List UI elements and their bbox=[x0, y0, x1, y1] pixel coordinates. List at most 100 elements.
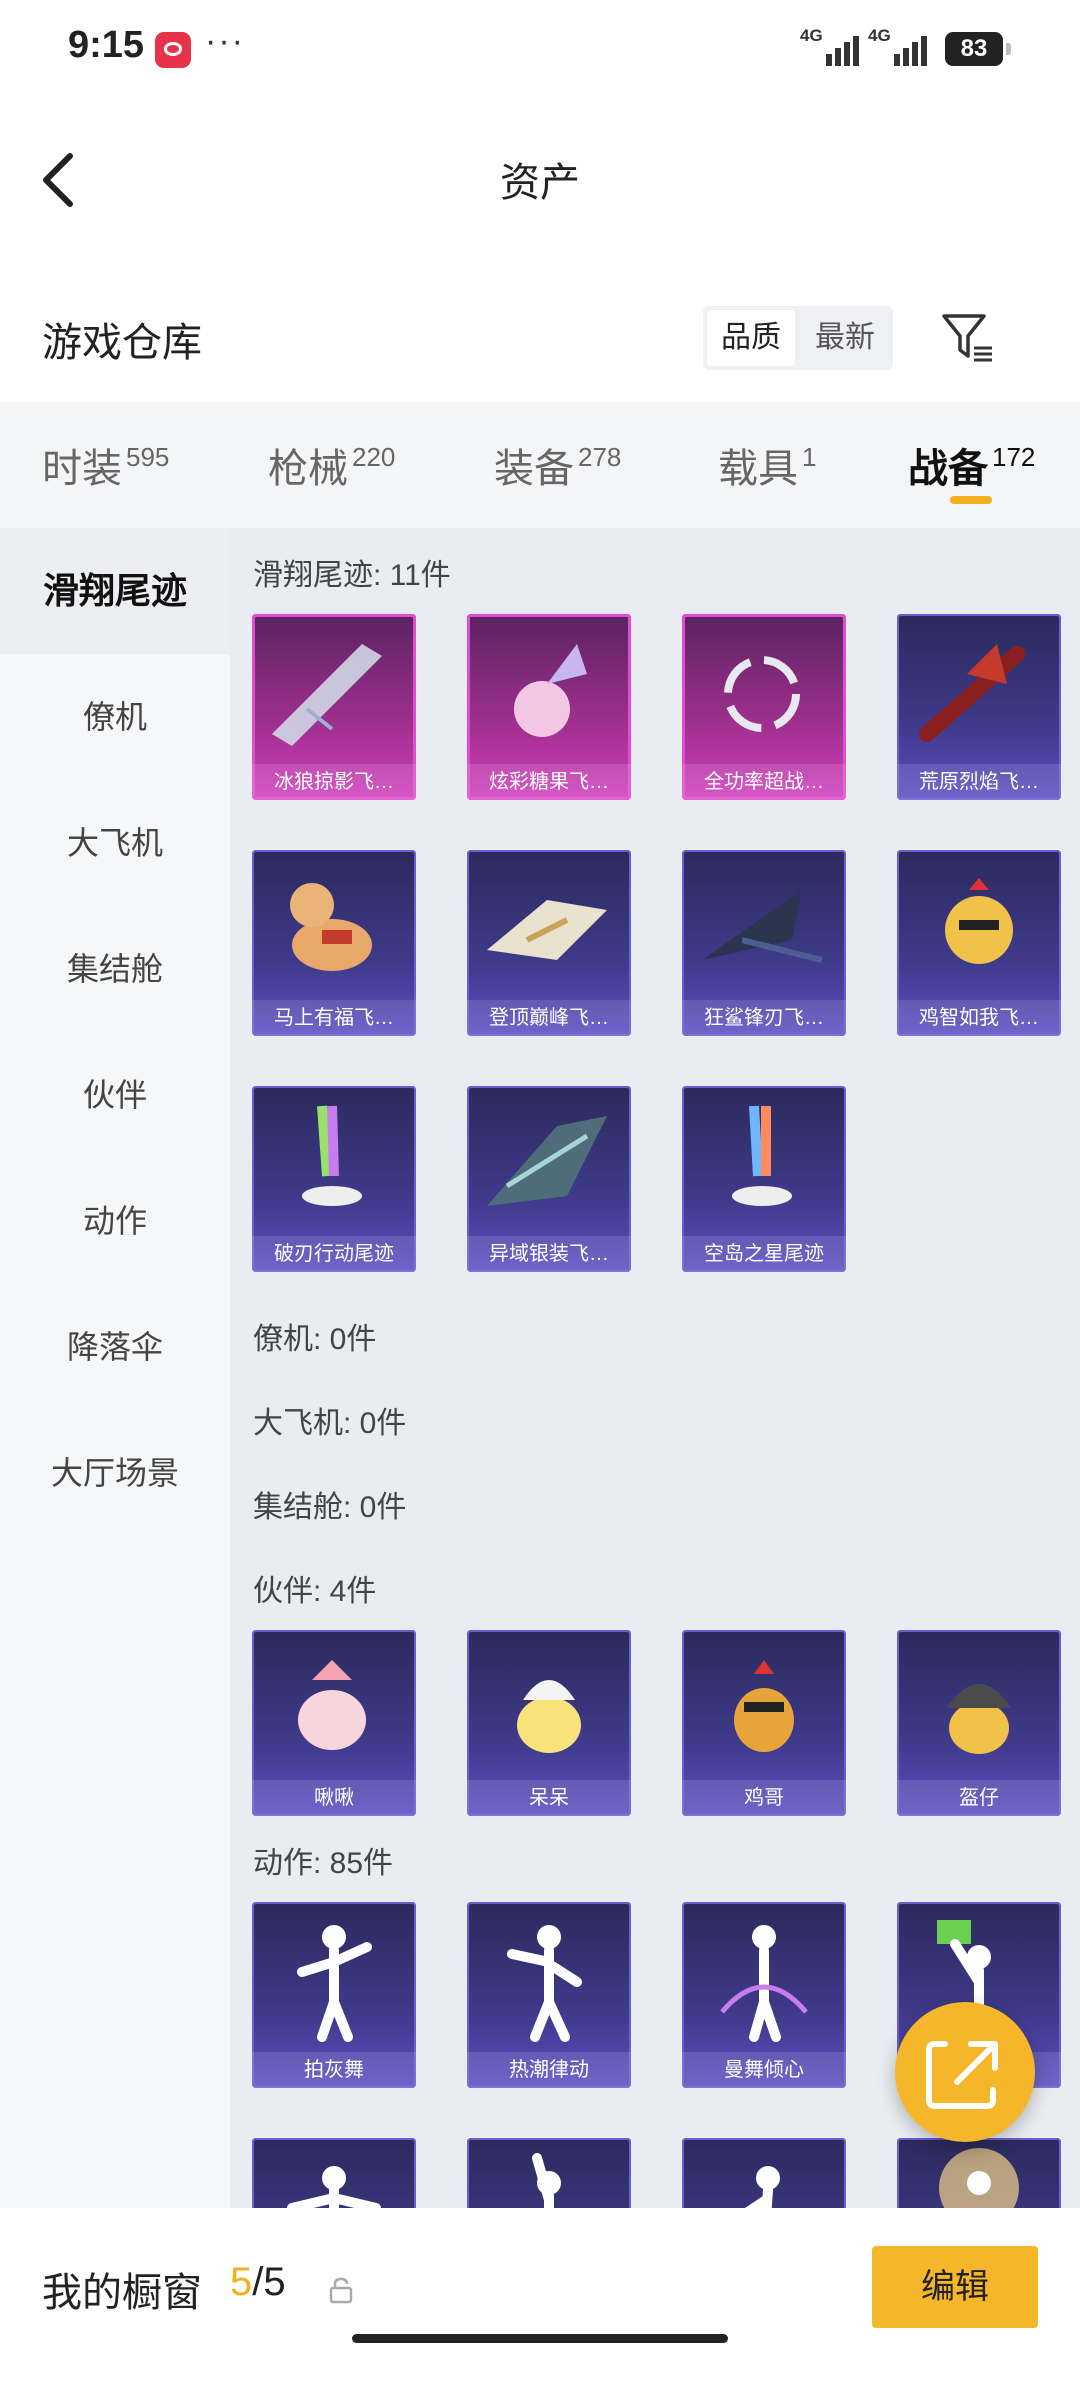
item-card[interactable] bbox=[897, 2138, 1061, 2208]
content-area: 滑翔尾迹: 11件 冰狼掠影飞… 炫彩糖果飞… 全功率超战… 荒原烈焰飞… 马上… bbox=[230, 528, 1080, 2208]
item-name: 呆呆 bbox=[467, 1780, 631, 1816]
showcase-count: 5/5 bbox=[230, 2260, 286, 2305]
item-card[interactable]: 冰狼掠影飞… bbox=[252, 614, 416, 800]
tab-label: 时装 bbox=[42, 447, 122, 491]
sky-star-trail-art-icon bbox=[732, 1105, 792, 1206]
lock-icon bbox=[329, 2277, 353, 2304]
item-name: 破刃行动尾迹 bbox=[252, 1236, 416, 1272]
sidebar: 滑翔尾迹 僚机 大飞机 集结舱 伙伴 动作 降落伞 大厅场景 bbox=[0, 528, 230, 2208]
sidebar-item-glide-trail[interactable]: 滑翔尾迹 bbox=[0, 528, 230, 654]
rainbow-trail-art-icon bbox=[302, 1105, 362, 1206]
tab-readiness[interactable]: 战备 172 bbox=[908, 436, 1035, 496]
item-name: 登顶巅峰飞… bbox=[467, 1000, 631, 1036]
sidebar-item-parachute[interactable]: 降落伞 bbox=[0, 1284, 230, 1410]
edit-button[interactable]: 编辑 bbox=[872, 2246, 1038, 2328]
page-title: 资产 bbox=[500, 161, 580, 205]
section-title-emote: 动作: 85件 bbox=[253, 1847, 394, 1880]
chick-art-icon bbox=[517, 1680, 581, 1753]
network-type-2: 4G bbox=[868, 26, 891, 45]
item-card[interactable]: 鸡哥 bbox=[682, 1630, 846, 1816]
item-card[interactable]: 鸡智如我飞… bbox=[897, 850, 1061, 1036]
item-card[interactable]: 啾啾 bbox=[252, 1630, 416, 1816]
tab-count: 220 bbox=[352, 442, 396, 472]
tab-guns[interactable]: 枪械 220 bbox=[268, 436, 395, 496]
item-card[interactable]: 荒原烈焰飞… bbox=[897, 614, 1061, 800]
status-more-icon: ··· bbox=[205, 22, 245, 60]
energy-ring-art-icon bbox=[724, 656, 800, 732]
tab-label: 载具 bbox=[718, 447, 798, 491]
warehouse-title: 游戏仓库 bbox=[42, 321, 202, 365]
item-card[interactable]: 炫彩糖果飞… bbox=[467, 614, 631, 800]
wings-art-icon bbox=[487, 900, 607, 960]
item-card[interactable]: 狂鲨锋刃飞… bbox=[682, 850, 846, 1036]
silver-glider-art-icon bbox=[487, 1116, 607, 1206]
dancer-art-icon bbox=[507, 1925, 582, 2042]
item-card[interactable]: 热潮律动 bbox=[467, 1902, 631, 2088]
notification-app-icon bbox=[155, 32, 191, 68]
sort-toggle: 品质 最新 bbox=[703, 306, 893, 370]
section-title-glide-trail: 滑翔尾迹: 11件 bbox=[253, 559, 451, 592]
bird-art-icon bbox=[298, 1660, 366, 1750]
item-name: 荒原烈焰飞… bbox=[897, 764, 1061, 800]
item-name: 啾啾 bbox=[252, 1780, 416, 1816]
glide-trail-art-icon bbox=[272, 644, 382, 746]
section-title-partner: 伙伴: 4件 bbox=[253, 1575, 377, 1608]
dancer-art-icon bbox=[532, 2153, 561, 2208]
sidebar-item-rally-pod[interactable]: 集结舱 bbox=[0, 906, 230, 1032]
item-name: 异域银装飞… bbox=[467, 1236, 631, 1272]
item-name: 马上有福飞… bbox=[252, 1000, 416, 1036]
sort-by-newest[interactable]: 最新 bbox=[801, 310, 889, 366]
item-card[interactable]: 盔仔 bbox=[897, 1630, 1061, 1816]
status-bar: 9:15 ··· 4G 4G 83 bbox=[0, 0, 1080, 96]
item-card[interactable]: 登顶巅峰飞… bbox=[467, 850, 631, 1036]
angel-dancer-art-icon bbox=[939, 2148, 1019, 2208]
item-name: 曼舞倾心 bbox=[682, 2052, 846, 2088]
sidebar-item-partner[interactable]: 伙伴 bbox=[0, 1032, 230, 1158]
tab-equipment[interactable]: 装备 278 bbox=[494, 436, 621, 496]
item-card[interactable]: 曼舞倾心 bbox=[682, 1902, 846, 2088]
item-card[interactable] bbox=[682, 2138, 846, 2208]
chicken-art-icon bbox=[945, 878, 1013, 964]
item-card[interactable]: 马上有福飞… bbox=[252, 850, 416, 1036]
item-card[interactable] bbox=[252, 2138, 416, 2208]
page-header: 资产 bbox=[0, 110, 1080, 240]
share-icon bbox=[926, 2041, 998, 2109]
item-card[interactable]: 破刃行动尾迹 bbox=[252, 1086, 416, 1272]
section-title-wingman: 僚机: 0件 bbox=[253, 1323, 377, 1356]
tab-vehicles[interactable]: 载具 1 bbox=[718, 436, 816, 496]
item-card[interactable]: 呆呆 bbox=[467, 1630, 631, 1816]
tab-fashion[interactable]: 时装 595 bbox=[42, 436, 169, 496]
sidebar-item-emote[interactable]: 动作 bbox=[0, 1158, 230, 1284]
share-button[interactable] bbox=[895, 2002, 1035, 2142]
item-name: 鸡智如我飞… bbox=[897, 1000, 1061, 1036]
sidebar-item-lobby-scene[interactable]: 大厅场景 bbox=[0, 1410, 230, 1536]
tab-count: 1 bbox=[802, 442, 817, 472]
active-tab-indicator bbox=[950, 496, 992, 504]
item-name: 盔仔 bbox=[897, 1780, 1061, 1816]
sidebar-item-big-plane[interactable]: 大飞机 bbox=[0, 780, 230, 906]
flame-art-icon bbox=[919, 644, 1025, 742]
my-showcase-label: 我的橱窗 bbox=[42, 2271, 202, 2315]
item-card[interactable] bbox=[467, 2138, 631, 2208]
showcase-used: 5 bbox=[230, 2260, 253, 2304]
filter-icon[interactable] bbox=[940, 310, 996, 366]
dancer-art-icon bbox=[287, 2166, 381, 2208]
item-name: 狂鲨锋刃飞… bbox=[682, 1000, 846, 1036]
home-indicator bbox=[352, 2334, 728, 2343]
tab-label: 装备 bbox=[494, 447, 574, 491]
sidebar-item-wingman[interactable]: 僚机 bbox=[0, 654, 230, 780]
tab-count: 172 bbox=[992, 442, 1036, 472]
section-title-big-plane: 大飞机: 0件 bbox=[253, 1407, 407, 1440]
item-card[interactable]: 异域银装飞… bbox=[467, 1086, 631, 1272]
item-name: 冰狼掠影飞… bbox=[252, 764, 416, 800]
item-card[interactable]: 拍灰舞 bbox=[252, 1902, 416, 2088]
tab-count: 278 bbox=[578, 442, 622, 472]
item-name: 鸡哥 bbox=[682, 1780, 846, 1816]
network-type: 4G bbox=[800, 26, 823, 45]
dancer-art-icon bbox=[297, 1925, 372, 2042]
bottom-bar: 我的橱窗 5/5 编辑 bbox=[0, 2210, 1080, 2400]
item-card[interactable]: 全功率超战… bbox=[682, 614, 846, 800]
shark-art-icon bbox=[702, 890, 823, 963]
sort-by-quality[interactable]: 品质 bbox=[707, 310, 795, 366]
item-card[interactable]: 空岛之星尾迹 bbox=[682, 1086, 846, 1272]
